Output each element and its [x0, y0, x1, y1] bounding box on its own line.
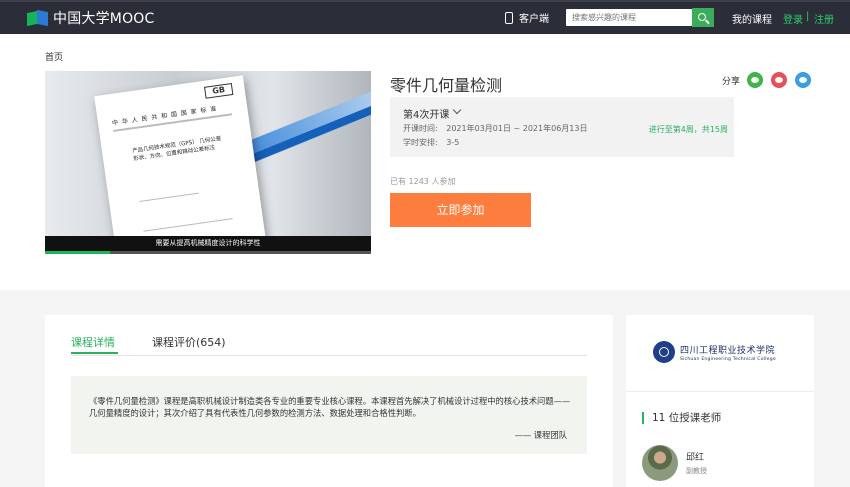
- nav-separator: |: [806, 11, 810, 22]
- enrolled-count: 已有 1243 人参加: [390, 177, 456, 186]
- weibo-share-icon[interactable]: [771, 72, 787, 88]
- search-box: [566, 9, 692, 26]
- share-label: 分享: [722, 77, 741, 87]
- logo-book-icon: [27, 9, 49, 27]
- standard-document-image: GB 中 华 人 民 共 和 国 国 家 标 准 产品几何技术规范（GPS） 几…: [94, 75, 266, 236]
- chevron-down-icon[interactable]: [452, 105, 462, 115]
- open-time-label: 开课时间:: [403, 124, 438, 133]
- teacher-title: 副教授: [686, 467, 707, 475]
- active-tab-underline: [71, 352, 118, 354]
- login-link[interactable]: 登录: [783, 11, 803, 26]
- open-time-value: 2021年03月01日 ~ 2021年06月13日: [446, 124, 588, 133]
- video-player[interactable]: GB 中 华 人 民 共 和 国 国 家 标 准 产品几何技术规范（GPS） 几…: [45, 71, 371, 254]
- avatar: [642, 445, 678, 481]
- top-nav-bar: 中国大学MOOC 客户端 我的课程 登录 | 注册: [0, 0, 850, 34]
- intro-signature: —— 课程团队: [514, 430, 567, 440]
- side-divider: [626, 391, 814, 392]
- doc-rule-2: [139, 192, 199, 202]
- tab-course-reviews[interactable]: 课程评价(654): [152, 334, 226, 350]
- client-label: 客户端: [519, 14, 549, 25]
- school-name-en: Sichuan Engineering Technical College: [680, 356, 776, 362]
- video-frame: GB 中 华 人 民 共 和 国 国 家 标 准 产品几何技术规范（GPS） 几…: [45, 71, 371, 236]
- phone-icon: [505, 11, 513, 24]
- course-detail-card: 课程详情 课程评价(654) 《零件几何量检测》课程是高职机械设计制造类各专业的…: [45, 315, 613, 487]
- site-logo[interactable]: 中国大学MOOC: [27, 8, 155, 28]
- open-time-row: 开课时间: 2021年03月01日 ~ 2021年06月13日: [403, 123, 587, 134]
- schedule-value: 3-5: [446, 138, 460, 147]
- doc-rule-3: [143, 218, 233, 232]
- course-intro-text: 《零件几何量检测》课程是高职机械设计制造类各专业的重要专业核心课程。本课程首先解…: [89, 396, 571, 418]
- teacher-count-heading: 11 位授课老师: [642, 412, 721, 424]
- register-link[interactable]: 注册: [814, 11, 834, 26]
- course-header: 首页 GB 中 华 人 民 共 和 国 国 家 标 准 产品几何技术规范（GPS…: [0, 34, 850, 290]
- search-icon: [698, 12, 706, 21]
- breadcrumb-home[interactable]: 首页: [45, 50, 63, 63]
- term-progress-text: 进行至第4周，共15周: [648, 125, 728, 134]
- term-info-box: 第4次开课 开课时间: 2021年03月01日 ~ 2021年06月13日 学时…: [390, 97, 734, 157]
- video-progress-fill: [45, 251, 111, 254]
- top-stripe: [0, 0, 850, 2]
- term-selector[interactable]: 第4次开课: [403, 106, 449, 121]
- search-button[interactable]: [692, 8, 714, 27]
- join-course-button[interactable]: 立即参加: [390, 193, 531, 227]
- client-download-link[interactable]: 客户端: [505, 10, 549, 25]
- course-intro-box: 《零件几何量检测》课程是高职机械设计制造类各专业的重要专业核心课程。本课程首先解…: [71, 376, 587, 454]
- course-title: 零件几何量检测: [390, 76, 503, 95]
- school-name-cn: 四川工程职业技术学院: [680, 345, 776, 356]
- wechat-share-icon[interactable]: [747, 72, 763, 88]
- school-card: 四川工程职业技术学院 Sichuan Engineering Technical…: [626, 315, 814, 487]
- school-seal-icon: [653, 341, 675, 363]
- search-input[interactable]: [566, 9, 692, 26]
- teacher-item[interactable]: 邱红 副教授: [642, 445, 707, 481]
- tab-divider: [71, 355, 587, 356]
- video-progress-bar[interactable]: [45, 251, 371, 254]
- school-logo[interactable]: 四川工程职业技术学院 Sichuan Engineering Technical…: [653, 341, 776, 363]
- doc-badge: GB: [204, 82, 234, 99]
- teacher-name: 邱红: [686, 453, 705, 463]
- qq-share-icon[interactable]: [795, 72, 811, 88]
- logo-text: 中国大学MOOC: [53, 11, 155, 27]
- doc-subtitle: 产品几何技术规范（GPS） 几何公差 形状、方向、位置和跳动公差标注: [131, 136, 222, 163]
- schedule-row: 学时安排: 3-5: [403, 137, 459, 148]
- tab-course-detail[interactable]: 课程详情: [71, 334, 115, 350]
- video-subtitle: 需要从提高机械精度设计的科学性: [45, 236, 371, 251]
- my-courses-link[interactable]: 我的课程: [732, 11, 772, 26]
- schedule-label: 学时安排:: [403, 138, 438, 147]
